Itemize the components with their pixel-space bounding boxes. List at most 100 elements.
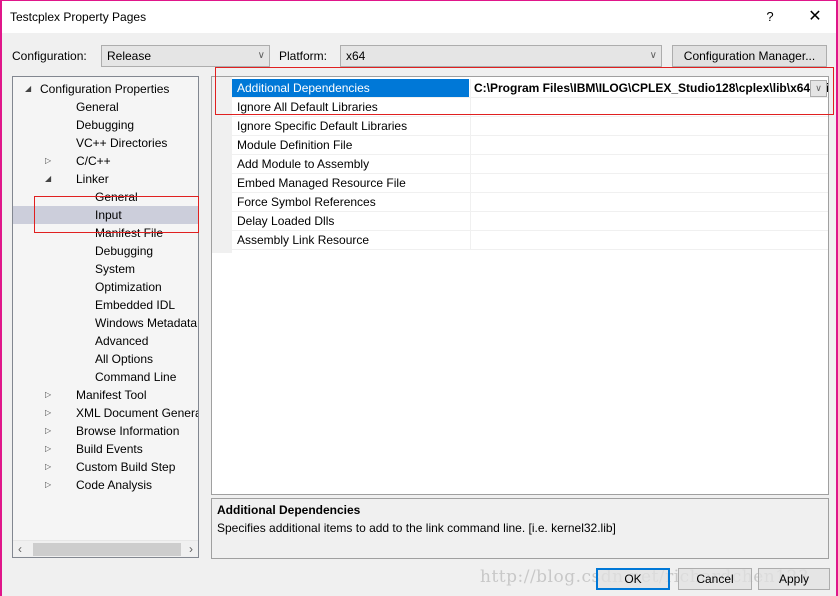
collapsed-arrow-icon[interactable]: ▷	[45, 440, 51, 458]
collapsed-arrow-icon[interactable]: ▷	[45, 458, 51, 476]
ok-button[interactable]: OK	[596, 568, 670, 590]
tree-item-label: Browse Information	[76, 424, 180, 438]
tree-item[interactable]: ▷ Browse Information	[13, 422, 198, 440]
tree-item[interactable]: ▷ Code Analysis	[13, 476, 198, 494]
tree-item[interactable]: Advanced	[13, 332, 198, 350]
configuration-label: Configuration:	[12, 49, 87, 63]
tree-item[interactable]: ◢ Linker	[13, 170, 198, 188]
tree-item[interactable]: VC++ Directories	[13, 134, 198, 152]
property-row[interactable]: Additional Dependencies C:\Program Files\…	[232, 79, 828, 98]
value-dropdown-icon[interactable]: ∨	[810, 80, 827, 97]
property-row[interactable]: Assembly Link Resource	[232, 231, 828, 250]
tree-item[interactable]: ▷ Manifest Tool	[13, 386, 198, 404]
tree-item[interactable]: Input	[13, 206, 198, 224]
property-pages-dialog: Testcplex Property Pages ? ✕ Configurati…	[0, 0, 838, 596]
property-name[interactable]: Additional Dependencies	[232, 79, 469, 97]
tree-item[interactable]: General	[13, 98, 198, 116]
tree-item[interactable]: All Options	[13, 350, 198, 368]
scroll-left-icon[interactable]: ‹	[18, 541, 22, 557]
tree-item[interactable]: Embedded IDL	[13, 296, 198, 314]
settings-tree[interactable]: ◢ Configuration Properties General Debuggin…	[12, 76, 199, 558]
tree-item[interactable]: Debugging	[13, 242, 198, 260]
tree-item-label: Build Events	[76, 442, 143, 456]
property-value[interactable]	[470, 193, 828, 211]
tree-item-label: Advanced	[95, 334, 149, 348]
tree-item-label: Windows Metadata	[95, 316, 198, 330]
property-name[interactable]: Embed Managed Resource File	[232, 174, 469, 192]
property-value[interactable]	[470, 174, 828, 192]
cancel-button[interactable]: Cancel	[678, 568, 752, 590]
description-title: Additional Dependencies	[217, 503, 361, 517]
tree-item[interactable]: ▷ XML Document Generator	[13, 404, 198, 422]
platform-select[interactable]: x64 ∨	[340, 45, 662, 67]
tree-item-label: C/C++	[76, 154, 111, 168]
tree-item-label: VC++ Directories	[76, 136, 168, 150]
property-name[interactable]: Assembly Link Resource	[232, 231, 469, 249]
collapsed-arrow-icon[interactable]: ▷	[45, 152, 51, 170]
tree-item[interactable]: Manifest File	[13, 224, 198, 242]
property-row[interactable]: Ignore All Default Libraries	[232, 98, 828, 117]
collapsed-arrow-icon[interactable]: ▷	[45, 404, 51, 422]
property-row[interactable]: Embed Managed Resource File	[232, 174, 828, 193]
tree-item-label: Optimization	[95, 280, 162, 294]
platform-label: Platform:	[279, 49, 328, 63]
property-row[interactable]: Force Symbol References	[232, 193, 828, 212]
tree-item[interactable]: ▷ Build Events	[13, 440, 198, 458]
collapsed-arrow-icon[interactable]: ▷	[45, 476, 51, 494]
property-name[interactable]: Delay Loaded Dlls	[232, 212, 469, 230]
chevron-down-icon: ∨	[257, 50, 265, 61]
property-value[interactable]	[470, 136, 828, 154]
property-name[interactable]: Module Definition File	[232, 136, 469, 154]
apply-button[interactable]: Apply	[758, 568, 830, 590]
grid-gutter	[212, 77, 232, 253]
tree-item-label: Command Line	[95, 370, 177, 384]
property-grid[interactable]: Additional Dependencies C:\Program Files\…	[211, 76, 829, 495]
tree-item[interactable]: Command Line	[13, 368, 198, 386]
platform-value: x64	[346, 49, 366, 63]
property-value[interactable]: C:\Program Files\IBM\ILOG\CPLEX_Studio12…	[470, 79, 828, 97]
configuration-select[interactable]: Release ∨	[101, 45, 270, 67]
property-value[interactable]	[470, 231, 828, 249]
tree-item-label: General	[76, 100, 119, 114]
close-icon[interactable]: ✕	[802, 5, 828, 29]
tree-item[interactable]: ▷ C/C++	[13, 152, 198, 170]
collapsed-arrow-icon[interactable]: ▷	[45, 386, 51, 404]
tree-item-label: XML Document Generator	[76, 406, 198, 420]
property-row[interactable]: Ignore Specific Default Libraries	[232, 117, 828, 136]
property-value[interactable]	[470, 98, 828, 116]
property-name[interactable]: Force Symbol References	[232, 193, 469, 211]
horizontal-scrollbar[interactable]: ‹ ›	[13, 540, 198, 557]
tree-item-label: System	[95, 262, 136, 276]
property-name[interactable]: Ignore Specific Default Libraries	[232, 117, 469, 135]
expanded-arrow-icon[interactable]: ◢	[45, 170, 51, 188]
configuration-manager-button[interactable]: Configuration Manager...	[672, 45, 827, 67]
tree-item[interactable]: Windows Metadata	[13, 314, 198, 332]
property-row[interactable]: Add Module to Assembly	[232, 155, 828, 174]
tree-item-label: General	[95, 190, 138, 204]
tree-item-label: Linker	[76, 172, 109, 186]
tree-item-label: Manifest Tool	[76, 388, 147, 402]
property-value[interactable]	[470, 117, 828, 135]
property-row[interactable]: Module Definition File	[232, 136, 828, 155]
tree-item[interactable]: ◢ Configuration Properties	[13, 80, 198, 98]
scroll-right-icon[interactable]: ›	[189, 541, 193, 557]
property-name[interactable]: Ignore All Default Libraries	[232, 98, 469, 116]
collapsed-arrow-icon[interactable]: ▷	[45, 422, 51, 440]
property-row[interactable]: Delay Loaded Dlls	[232, 212, 828, 231]
property-name[interactable]: Add Module to Assembly	[232, 155, 469, 173]
scrollbar-thumb[interactable]	[33, 543, 181, 556]
tree-item[interactable]: General	[13, 188, 198, 206]
tree-item-label: Configuration Properties	[40, 82, 170, 96]
tree-item-label: Custom Build Step	[76, 460, 176, 474]
help-button[interactable]: ?	[758, 5, 782, 29]
tree-item-label: Code Analysis	[76, 478, 153, 492]
property-value[interactable]	[470, 212, 828, 230]
tree-item[interactable]: Optimization	[13, 278, 198, 296]
tree-item[interactable]: System	[13, 260, 198, 278]
expanded-arrow-icon[interactable]: ◢	[25, 80, 31, 98]
tree-item-label: Embedded IDL	[95, 298, 176, 312]
tree-item[interactable]: Debugging	[13, 116, 198, 134]
configuration-value: Release	[107, 49, 152, 63]
tree-item[interactable]: ▷ Custom Build Step	[13, 458, 198, 476]
property-value[interactable]	[470, 155, 828, 173]
